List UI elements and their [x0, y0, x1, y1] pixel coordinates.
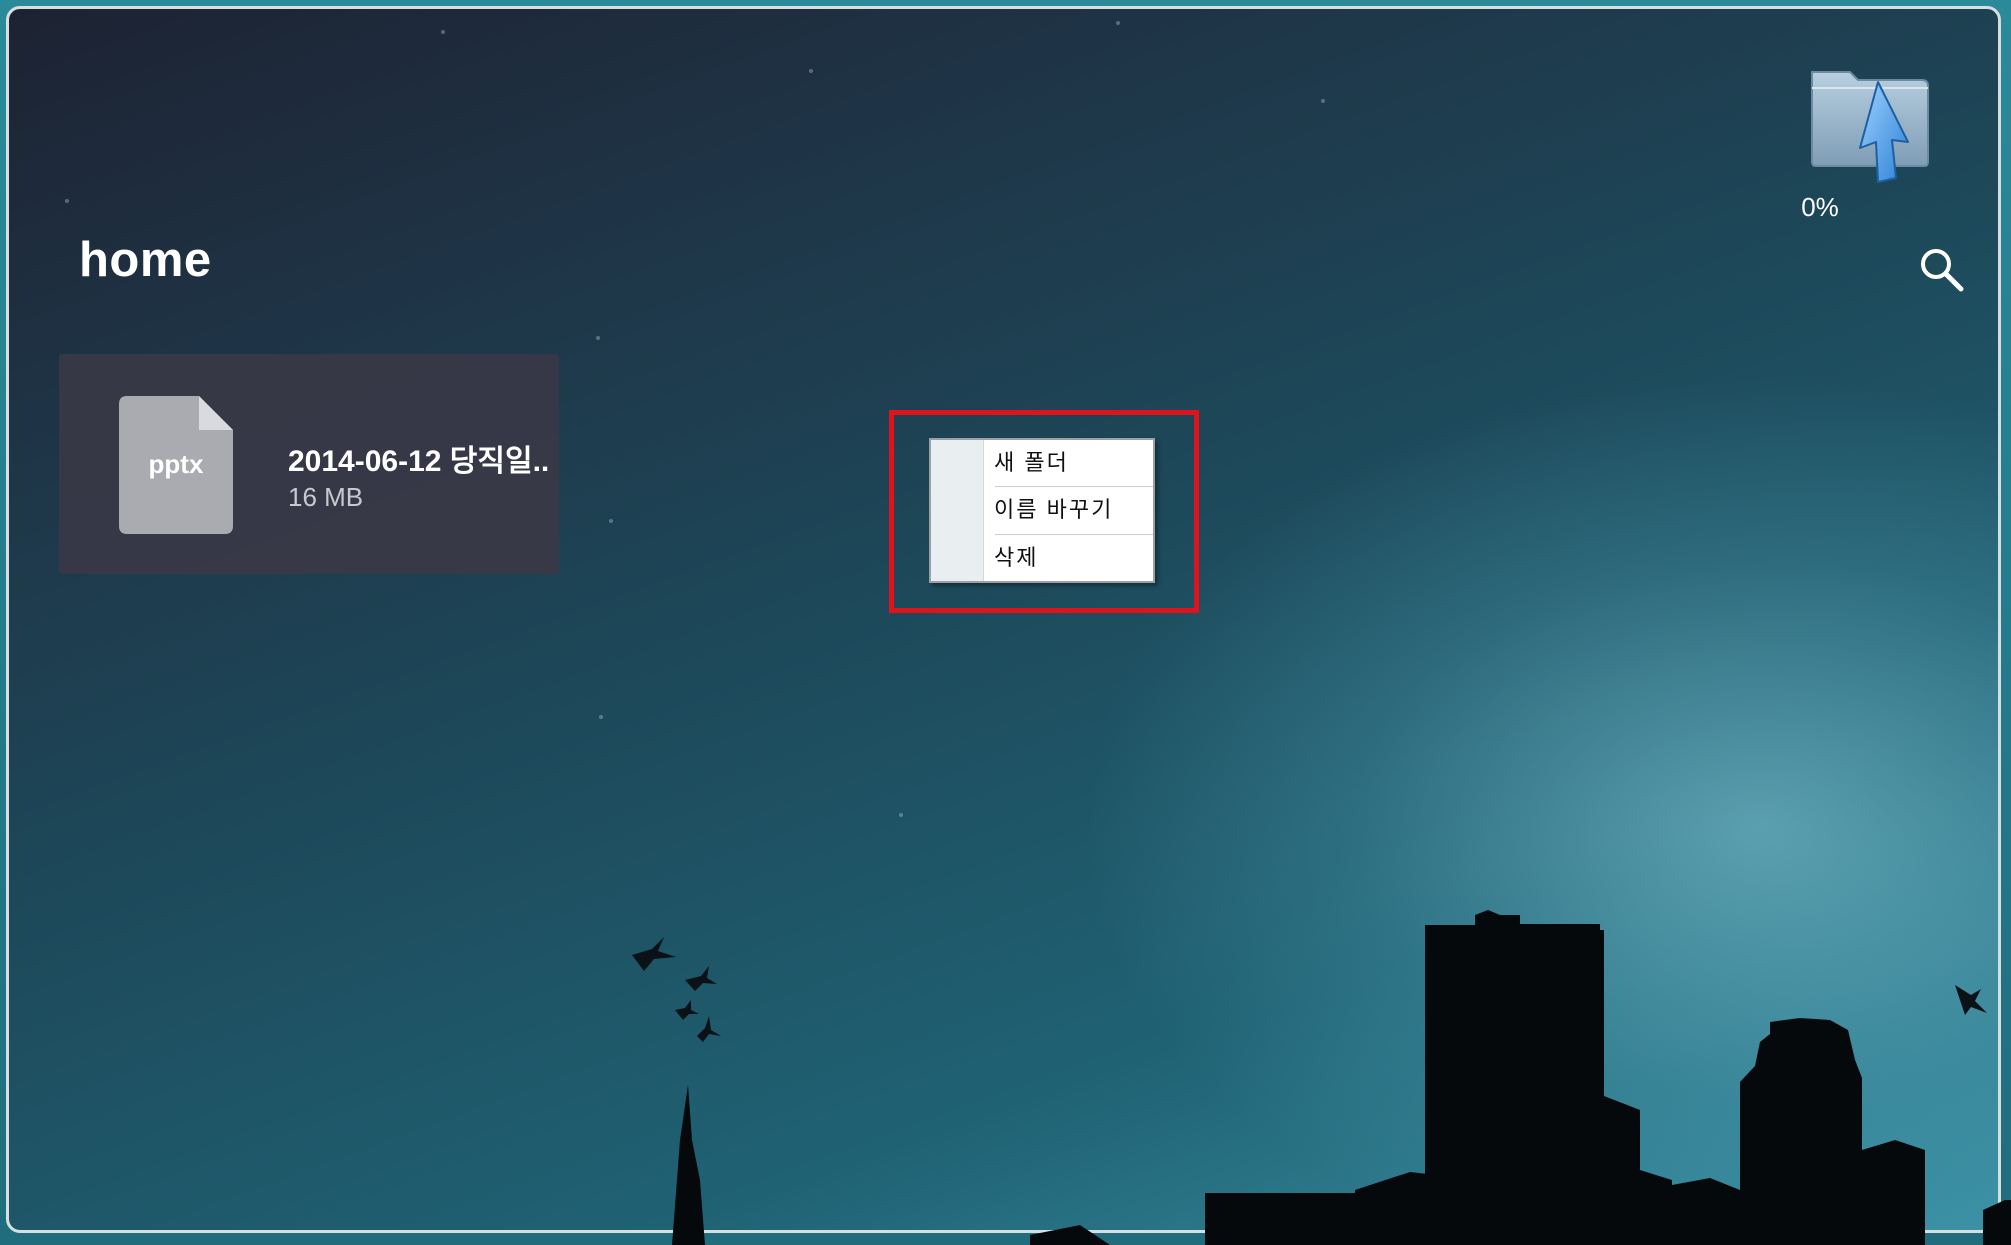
star-decoration: [1321, 99, 1325, 103]
upload-progress-percent: 0%: [1801, 192, 1839, 222]
star-decoration: [441, 30, 445, 34]
menu-item-delete[interactable]: 삭제: [984, 535, 1153, 581]
file-item[interactable]: pptx 2014-06-12 당직일.. 16 MB: [59, 354, 559, 574]
file-extension-label: pptx: [148, 449, 204, 479]
file-size: 16 MB: [288, 482, 364, 512]
star-decoration: [809, 69, 813, 73]
search-icon[interactable]: [1916, 244, 1966, 294]
context-menu: 새 폴더 이름 바꾸기 삭제: [929, 438, 1155, 583]
upload-folder-icon[interactable]: [1800, 62, 1940, 192]
star-decoration: [1116, 21, 1120, 25]
star-decoration: [899, 813, 903, 817]
star-decoration: [65, 199, 69, 203]
star-decoration: [599, 715, 603, 719]
star-decoration: [596, 336, 600, 340]
star-decoration: [609, 519, 613, 523]
file-browser-window: [6, 6, 2001, 1233]
menu-item-new-folder[interactable]: 새 폴더: [984, 440, 1153, 486]
page-title: home: [79, 233, 212, 287]
file-name: 2014-06-12 당직일..: [288, 445, 550, 478]
desktop-background: [0, 0, 2011, 1245]
context-menu-gutter: [931, 440, 984, 581]
menu-item-rename[interactable]: 이름 바꾸기: [984, 487, 1153, 533]
